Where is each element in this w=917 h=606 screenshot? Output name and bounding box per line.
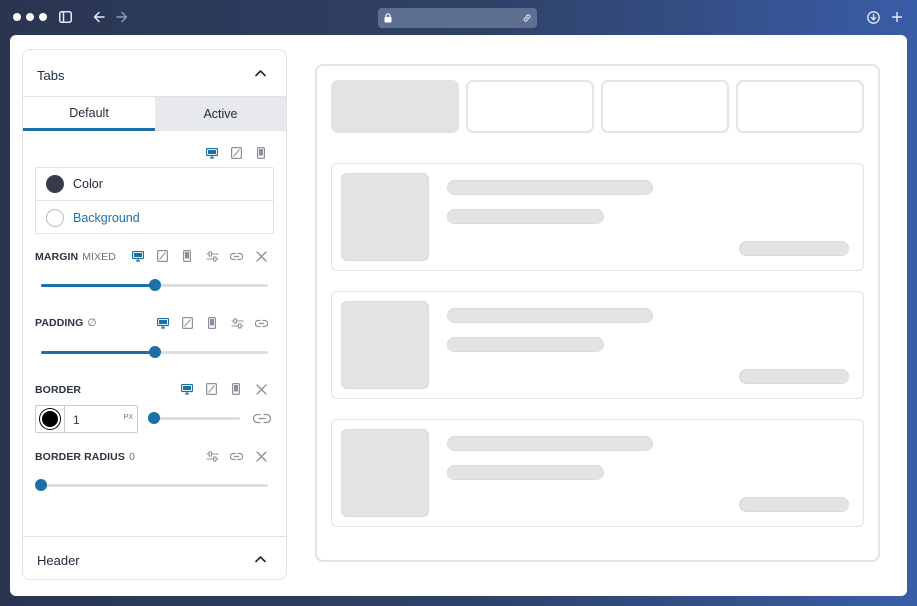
text-line-placeholder bbox=[447, 465, 604, 480]
padding-empty-indicator: ∅ bbox=[87, 317, 97, 329]
preview-canvas bbox=[315, 64, 880, 562]
settings-panel: Tabs Default Active Color Background MAR… bbox=[22, 49, 287, 580]
border-title: BORDER bbox=[35, 384, 82, 396]
background-row[interactable]: Background bbox=[36, 201, 273, 234]
preview-card-placeholder bbox=[331, 419, 864, 527]
text-line-placeholder bbox=[739, 241, 849, 256]
border-slider-thumb[interactable] bbox=[148, 412, 160, 424]
tablet-icon[interactable] bbox=[231, 147, 242, 159]
border-color-picker[interactable] bbox=[36, 406, 65, 432]
border-width-control: 1 PX bbox=[35, 405, 138, 433]
padding-slider-thumb[interactable] bbox=[148, 346, 161, 358]
image-placeholder bbox=[341, 173, 429, 261]
padding-title: PADDING bbox=[35, 317, 84, 329]
desktop-icon[interactable] bbox=[157, 318, 169, 329]
color-swatch[interactable] bbox=[46, 175, 64, 193]
border-color-swatch[interactable] bbox=[40, 409, 60, 429]
margin-title: MARGIN bbox=[35, 251, 79, 263]
border-radius-value: 0 bbox=[128, 451, 135, 463]
border-width-input[interactable]: 1 bbox=[73, 413, 80, 427]
preview-tab-placeholder[interactable] bbox=[601, 80, 729, 133]
border-slider[interactable] bbox=[148, 412, 240, 424]
link-values-icon[interactable] bbox=[230, 452, 243, 461]
image-placeholder bbox=[341, 429, 429, 517]
tab-default[interactable]: Default bbox=[23, 97, 155, 131]
link-values-icon[interactable] bbox=[230, 252, 243, 261]
sliders-icon[interactable] bbox=[206, 251, 219, 262]
back-arrow-icon[interactable] bbox=[93, 11, 105, 23]
preview-card-placeholder bbox=[331, 291, 864, 399]
preview-tab-placeholder[interactable] bbox=[736, 80, 864, 133]
background-label: Background bbox=[73, 210, 140, 225]
text-line-placeholder bbox=[739, 369, 849, 384]
margin-slider[interactable] bbox=[41, 279, 268, 291]
panel-title: Tabs bbox=[37, 68, 65, 83]
text-line-placeholder bbox=[447, 180, 653, 195]
border-radius-slider[interactable] bbox=[35, 479, 268, 491]
close-icon[interactable] bbox=[256, 251, 267, 262]
link-values-icon[interactable] bbox=[253, 413, 271, 424]
border-label: BORDER bbox=[35, 384, 81, 396]
tablet-icon[interactable] bbox=[206, 383, 217, 395]
text-line-placeholder bbox=[739, 497, 849, 512]
browser-toolbar bbox=[0, 0, 917, 35]
border-radius-label: BORDER RADIUS 0 bbox=[35, 451, 135, 463]
color-settings: Color Background bbox=[35, 167, 274, 234]
preview-tab-placeholder[interactable] bbox=[331, 80, 459, 133]
mobile-icon[interactable] bbox=[232, 383, 240, 395]
border-radius-slider-thumb[interactable] bbox=[35, 479, 47, 491]
tab-active[interactable]: Active bbox=[155, 97, 286, 131]
chevron-up-icon[interactable] bbox=[255, 555, 266, 563]
padding-slider-fill bbox=[41, 351, 155, 354]
window-dot-1[interactable] bbox=[13, 13, 21, 21]
link-icon[interactable] bbox=[522, 13, 532, 23]
link-values-icon[interactable] bbox=[255, 319, 268, 328]
image-placeholder bbox=[341, 301, 429, 389]
text-line-placeholder bbox=[447, 436, 653, 451]
close-icon[interactable] bbox=[256, 451, 267, 462]
mobile-icon[interactable] bbox=[257, 147, 265, 159]
margin-slider-fill bbox=[41, 284, 155, 287]
color-row[interactable]: Color bbox=[36, 168, 273, 201]
margin-label: MARGIN MIXED bbox=[35, 251, 116, 263]
tablet-icon[interactable] bbox=[182, 317, 193, 329]
preview-tab-placeholder[interactable] bbox=[466, 80, 594, 133]
header-section-title: Header bbox=[37, 553, 80, 568]
state-tabs: Default Active bbox=[23, 96, 286, 131]
desktop-icon[interactable] bbox=[132, 251, 144, 262]
margin-mixed-indicator: MIXED bbox=[82, 251, 116, 263]
lock-icon bbox=[384, 13, 392, 23]
text-line-placeholder bbox=[447, 337, 604, 352]
color-label: Color bbox=[73, 177, 103, 191]
window-dot-2[interactable] bbox=[26, 13, 34, 21]
new-tab-plus-icon[interactable] bbox=[892, 12, 902, 22]
border-unit[interactable]: PX bbox=[124, 414, 133, 421]
chevron-up-icon[interactable] bbox=[255, 69, 266, 77]
sliders-icon[interactable] bbox=[231, 318, 244, 329]
text-line-placeholder bbox=[447, 308, 653, 323]
sliders-icon[interactable] bbox=[206, 451, 219, 462]
mobile-icon[interactable] bbox=[208, 317, 216, 329]
mobile-icon[interactable] bbox=[183, 250, 191, 262]
download-icon[interactable] bbox=[867, 11, 880, 24]
close-icon[interactable] bbox=[256, 384, 267, 395]
desktop-icon[interactable] bbox=[181, 384, 193, 395]
background-swatch[interactable] bbox=[46, 208, 64, 227]
preview-card-placeholder bbox=[331, 163, 864, 271]
text-line-placeholder bbox=[447, 209, 604, 224]
tablet-icon[interactable] bbox=[157, 250, 168, 262]
padding-slider[interactable] bbox=[41, 346, 268, 358]
address-bar[interactable] bbox=[378, 8, 537, 28]
sidebar-toggle-icon[interactable] bbox=[59, 11, 72, 23]
window-dot-3[interactable] bbox=[39, 13, 47, 21]
padding-label: PADDING ∅ bbox=[35, 317, 97, 329]
browser-window: Tabs Default Active Color Background MAR… bbox=[10, 35, 907, 596]
desktop-icon[interactable] bbox=[206, 148, 218, 159]
margin-slider-thumb[interactable] bbox=[148, 279, 161, 291]
header-section[interactable]: Header bbox=[23, 536, 286, 579]
border-radius-title: BORDER RADIUS bbox=[35, 451, 125, 463]
forward-arrow-icon[interactable] bbox=[116, 11, 128, 23]
